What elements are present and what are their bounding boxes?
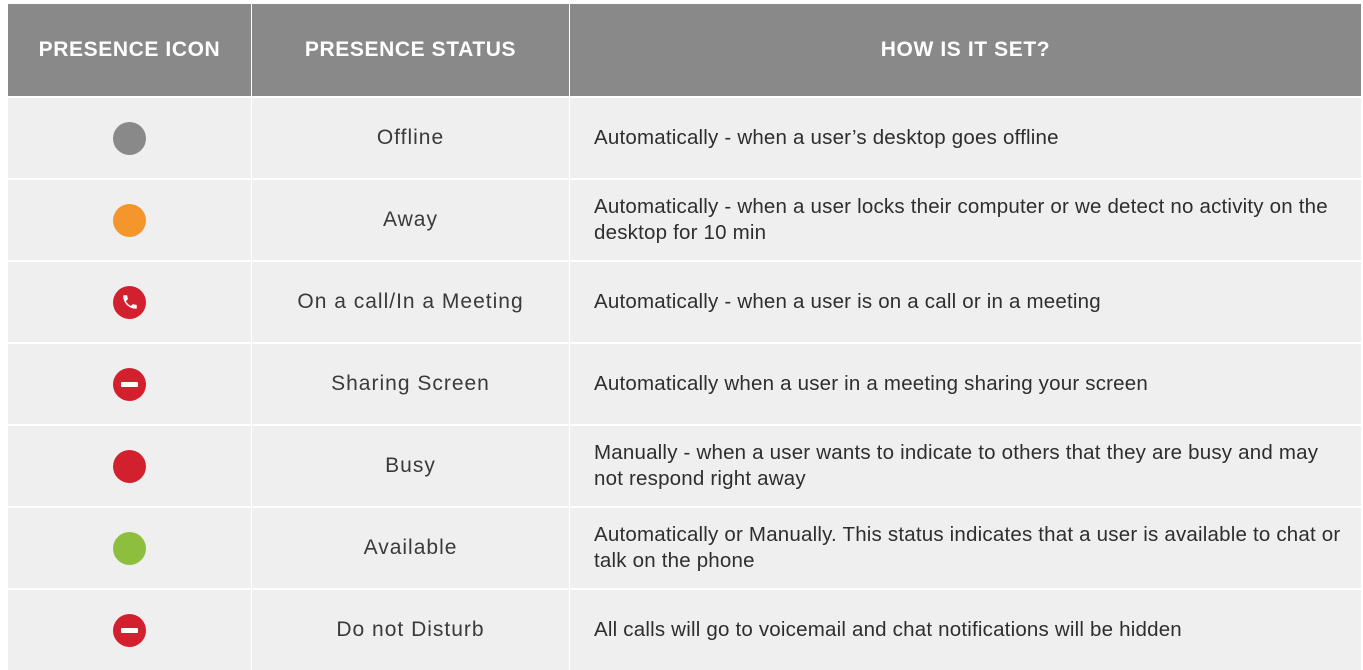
red-minus-icon (113, 613, 146, 647)
table-header: PRESENCE ICON PRESENCE STATUS HOW IS IT … (8, 4, 1361, 98)
table-row: Busy Manually - when a user wants to ind… (8, 426, 1361, 508)
red-phone-icon (113, 285, 146, 319)
green-dot-icon (113, 531, 146, 565)
table-row: Offline Automatically - when a user’s de… (8, 98, 1361, 180)
status-label: Do not Disturb (336, 618, 485, 641)
header-presence-status: PRESENCE STATUS (252, 4, 570, 96)
how-description: All calls will go to voicemail and chat … (594, 618, 1182, 641)
red-minus-icon (113, 367, 146, 401)
table-row: Sharing Screen Automatically when a user… (8, 344, 1361, 426)
status-label: Busy (385, 454, 436, 477)
orange-dot-icon (113, 203, 146, 237)
table-row: Away Automatically - when a user locks t… (8, 180, 1361, 262)
header-presence-icon: PRESENCE ICON (8, 4, 252, 96)
red-dot-icon (113, 449, 146, 483)
how-description: Automatically or Manually. This status i… (594, 523, 1341, 572)
table-row: On a call/In a Meeting Automatically - w… (8, 262, 1361, 344)
status-label: Offline (376, 126, 445, 149)
status-label: Available (363, 536, 458, 559)
header-how-is-it-set: HOW IS IT SET? (880, 38, 1051, 61)
how-description: Automatically - when a user is on a call… (594, 290, 1101, 313)
status-label: Sharing Screen (331, 372, 490, 395)
table-row: Do not Disturb All calls will go to voic… (8, 590, 1361, 670)
presence-table: PRESENCE ICON PRESENCE STATUS HOW IS IT … (8, 4, 1361, 670)
status-label: Away (383, 208, 438, 231)
how-description: Manually - when a user wants to indicate… (594, 441, 1319, 490)
how-description: Automatically - when a user locks their … (594, 195, 1328, 244)
gray-dot-icon (113, 121, 146, 155)
how-description: Automatically - when a user’s desktop go… (594, 126, 1059, 149)
status-label: On a call/In a Meeting (297, 290, 524, 313)
how-description: Automatically when a user in a meeting s… (594, 372, 1148, 395)
table-row: Available Automatically or Manually. Thi… (8, 508, 1361, 590)
